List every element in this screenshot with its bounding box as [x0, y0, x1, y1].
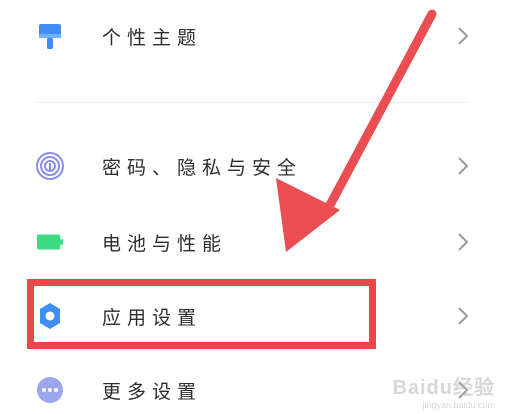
- chevron-right-icon: [456, 231, 470, 253]
- watermark-logo: Baidu经验: [392, 377, 495, 399]
- settings-item-privacy[interactable]: 密码、隐私与安全: [0, 136, 505, 196]
- chevron-right-icon: [456, 155, 470, 177]
- more-dots-icon: [36, 376, 64, 404]
- settings-item-label: 更多设置: [102, 380, 203, 403]
- settings-item-label: 密码、隐私与安全: [102, 156, 303, 179]
- highlight-box: [27, 279, 376, 349]
- settings-item-label: 个性主题: [102, 26, 203, 49]
- settings-item-label: 电池与性能: [102, 232, 228, 255]
- chevron-right-icon: [456, 25, 470, 47]
- settings-list: 个性主题 密码、隐私与安全 电池与性能 应用设置 更多设置: [0, 0, 505, 414]
- theme-brush-icon: [36, 22, 64, 50]
- chevron-right-icon: [456, 305, 470, 327]
- baidu-watermark: Baidu经验 jingyan.baidu.com: [392, 371, 495, 410]
- fingerprint-icon: [36, 152, 64, 180]
- section-divider: [36, 102, 468, 103]
- battery-icon: [36, 228, 64, 256]
- watermark-url: jingyan.baidu.com: [422, 400, 495, 410]
- settings-item-battery[interactable]: 电池与性能: [0, 212, 505, 272]
- settings-item-theme[interactable]: 个性主题: [0, 6, 505, 66]
